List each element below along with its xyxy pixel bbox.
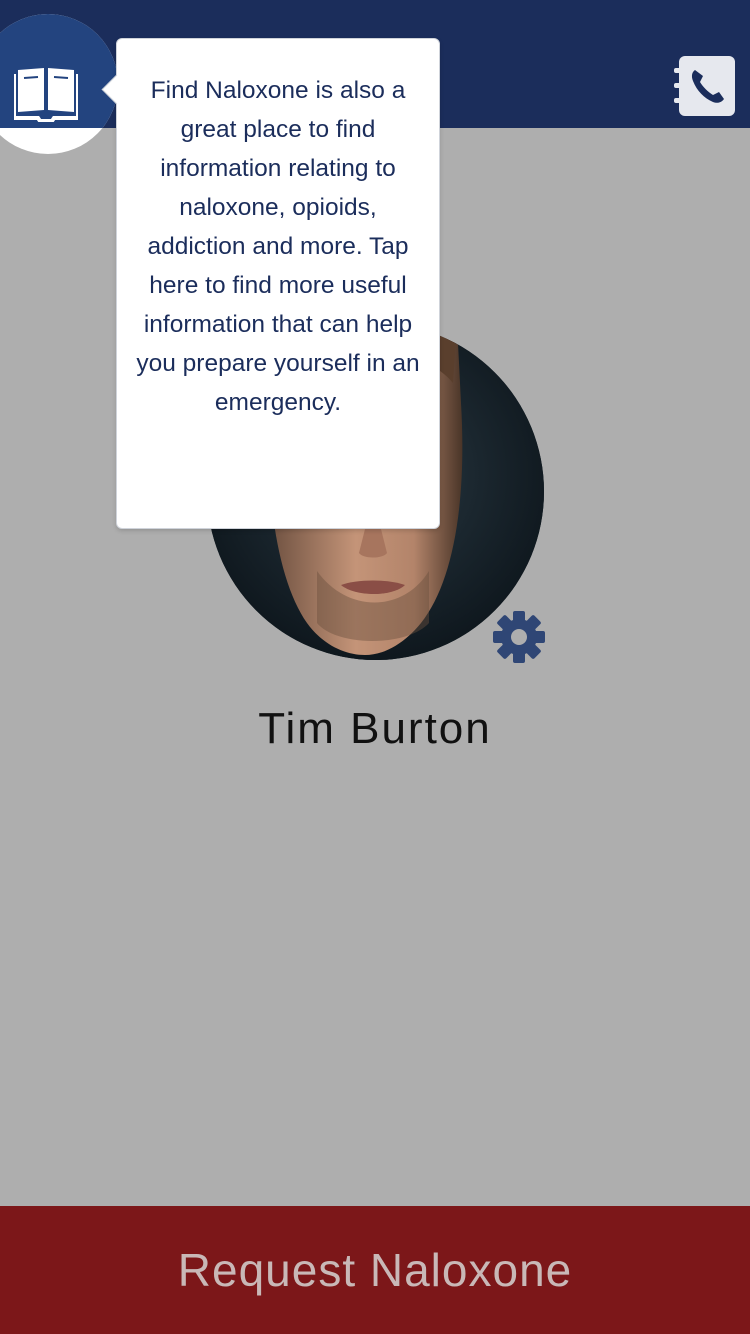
phone-contacts-icon[interactable] [673,54,737,118]
library-button[interactable] [0,14,118,154]
open-book-icon [14,68,78,122]
onboarding-tooltip[interactable]: Find Naloxone is also a great place to f… [101,38,440,529]
request-naloxone-label: Request Naloxone [177,1244,573,1296]
request-naloxone-button[interactable]: Request Naloxone [0,1206,750,1334]
profile-name: Tim Burton [258,704,492,753]
tooltip-text: Find Naloxone is also a great place to f… [136,77,420,416]
gear-icon[interactable] [492,610,546,664]
